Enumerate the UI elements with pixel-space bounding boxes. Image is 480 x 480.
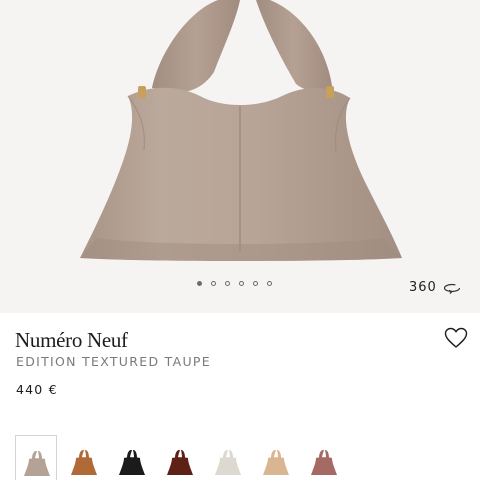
color-swatch-cognac[interactable] <box>63 435 105 480</box>
color-swatch-rose[interactable] <box>303 435 345 480</box>
view-360-label: 360 <box>409 280 437 295</box>
view-360-button[interactable]: 360 <box>409 280 461 295</box>
heart-outline-icon[interactable] <box>444 327 468 349</box>
bag-thumbnail-icon <box>311 450 337 475</box>
bag-thumbnail-icon <box>263 450 289 475</box>
rotate-360-icon <box>443 283 460 294</box>
gallery-pagination <box>197 281 272 286</box>
color-swatch-chalk[interactable] <box>207 435 249 480</box>
gallery-dot[interactable] <box>239 281 244 286</box>
bag-thumbnail-icon <box>215 450 241 475</box>
color-swatch-taupe[interactable] <box>15 435 57 480</box>
bag-thumbnail-icon <box>167 450 193 475</box>
bag-thumbnail-icon <box>119 450 145 475</box>
product-title: Numéro Neuf <box>15 328 128 352</box>
gallery-dot[interactable] <box>267 281 272 286</box>
gallery-dot[interactable] <box>197 281 202 286</box>
product-price: 440 € <box>16 382 58 397</box>
color-swatch-camel[interactable] <box>255 435 297 480</box>
gallery-dot[interactable] <box>225 281 230 286</box>
gallery-dot[interactable] <box>253 281 258 286</box>
product-image[interactable] <box>0 0 480 313</box>
bag-thumbnail-icon <box>71 450 97 475</box>
gallery-dot[interactable] <box>211 281 216 286</box>
product-edition: EDITION TEXTURED TAUPE <box>16 354 211 369</box>
bag-thumbnail-icon <box>24 451 50 476</box>
product-image-gallery[interactable]: 360 <box>0 0 480 313</box>
color-swatch-burgundy[interactable] <box>159 435 201 480</box>
color-swatch-black[interactable] <box>111 435 153 480</box>
